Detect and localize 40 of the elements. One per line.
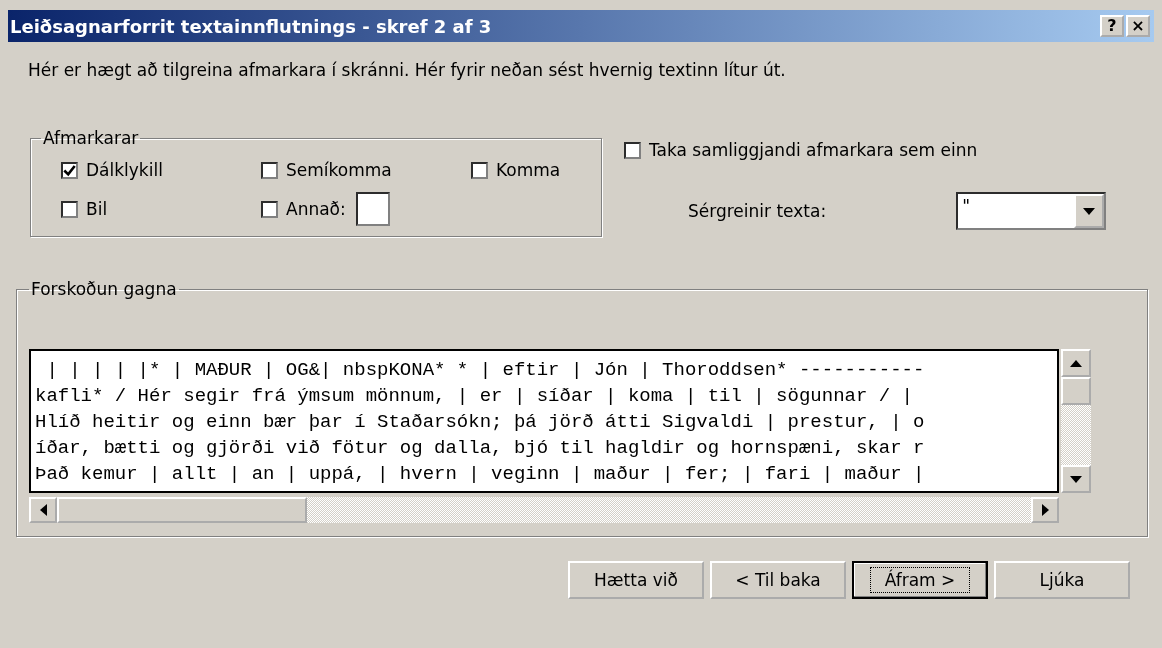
horizontal-scrollbar[interactable] [29, 497, 1059, 523]
group-title: Afmarkarar [42, 128, 140, 148]
checkbox-label: Semíkomma [286, 160, 392, 180]
down-arrow-icon [1070, 475, 1082, 483]
checkbox[interactable] [61, 200, 78, 218]
help-button[interactable]: ? [1100, 15, 1124, 37]
preview-line: Það kemur | allt | an | uppá, | hvern | veginn | maður | fer; | fari | maður | [35, 462, 926, 487]
instruction-text: Hér er hægt að tilgreina afmarkara í skránni. Hér fyrir neðan sést hvernig textinn lítur út. [28, 60, 787, 80]
group-title: Forskoðun gagna [30, 279, 178, 299]
preview-line: Hlíð heitir og einn bær þar í Staðarsókn; þá jörð átti Sigvaldi | prestur, | o [35, 410, 926, 435]
vertical-scrollbar[interactable] [1061, 349, 1091, 493]
scrollbar-thumb[interactable] [57, 497, 307, 523]
checkbox-label: Komma [496, 160, 561, 180]
next-button[interactable]: Áfram > [852, 561, 988, 599]
finish-button[interactable]: Ljúka [994, 561, 1130, 599]
back-button[interactable]: < Til baka [710, 561, 846, 599]
checkbox[interactable] [624, 141, 641, 159]
right-arrow-icon [1041, 504, 1049, 516]
checkbox[interactable] [261, 200, 278, 218]
up-arrow-icon [1070, 359, 1082, 367]
scrollbar-thumb[interactable] [1061, 377, 1091, 405]
preview-line: íðar, bætti og gjörði við fötur og dalla, bjó til hagldir og hornspæni, skar r [35, 436, 926, 461]
preview-line: | | | | |* | MAÐUR | OG&| nbspKONA* * | eftir | Jón | Thoroddsen* ----------- [45, 358, 926, 383]
checkbox[interactable] [261, 161, 278, 179]
checkbox-label: Dálklykill [86, 160, 163, 180]
checkbox-label: Annað: [286, 199, 346, 219]
checkmark-icon [63, 163, 76, 177]
preview-line: kafli* / Hér segir frá ýmsum mönnum, | er | síðar | koma | til | sögunnar / | [35, 384, 914, 409]
dropdown[interactable]: " [956, 192, 1107, 230]
close-button[interactable]: × [1126, 15, 1150, 37]
checkbox-label: Bil [86, 199, 108, 219]
left-arrow-icon [39, 504, 47, 516]
checkbox[interactable] [61, 161, 78, 179]
checkbox-label: Taka samliggjandi afmarkara sem einn [649, 140, 978, 160]
cancel-button[interactable]: Hætta við [568, 561, 704, 599]
field-label: Sérgreinir texta: [688, 201, 827, 221]
dropdown-arrow-icon [1083, 207, 1096, 215]
checkbox[interactable] [471, 161, 488, 179]
window-title: Leiðsagnarforrit textainnflutnings - skref 2 af 3 [10, 15, 492, 37]
input-field[interactable] [355, 192, 390, 226]
